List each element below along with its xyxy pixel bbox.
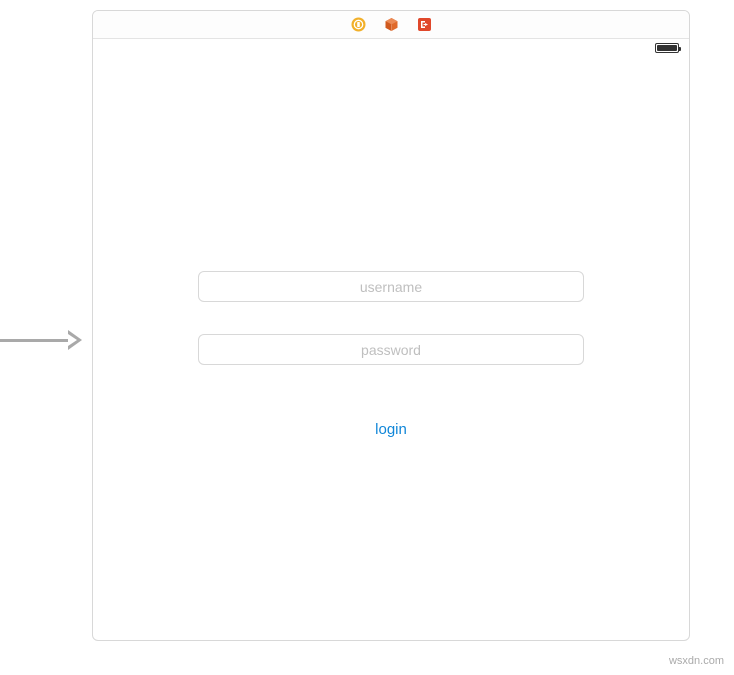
login-button[interactable]: login xyxy=(375,421,407,438)
exit-icon[interactable] xyxy=(417,17,432,32)
status-bar xyxy=(93,39,689,57)
simulator-toolbar xyxy=(93,11,689,39)
battery-icon xyxy=(655,43,679,53)
arrow-head-icon xyxy=(68,330,82,350)
username-input[interactable] xyxy=(198,271,584,302)
arrow-line xyxy=(0,339,70,342)
coin-icon[interactable] xyxy=(351,17,366,32)
app-content: login xyxy=(93,57,689,640)
pointer-arrow xyxy=(0,330,90,350)
box-icon[interactable] xyxy=(384,17,399,32)
login-form: login xyxy=(198,271,584,438)
password-input[interactable] xyxy=(198,334,584,365)
watermark-text: wsxdn.com xyxy=(669,655,724,667)
simulator-window: login xyxy=(92,10,690,641)
battery-fill xyxy=(657,45,677,51)
